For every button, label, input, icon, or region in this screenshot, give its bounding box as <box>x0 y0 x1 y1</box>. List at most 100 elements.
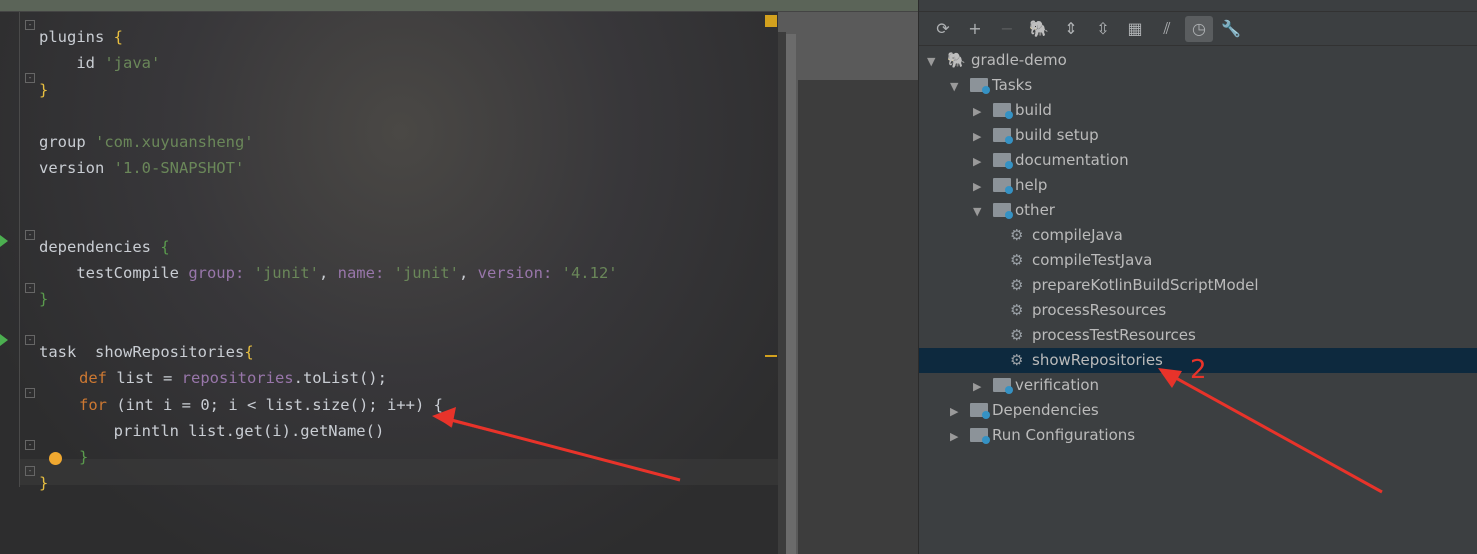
collapsed-arrow-icon[interactable]: ▶ <box>950 399 964 424</box>
fold-icon[interactable]: - <box>25 466 35 476</box>
warning-marker-icon[interactable] <box>765 15 777 27</box>
tree-item[interactable]: ⚙ processResources <box>919 298 1477 323</box>
fold-icon[interactable]: - <box>25 335 35 345</box>
code-line[interactable]: for (int i = 0; i < list.size(); i++) { <box>79 392 443 418</box>
tree-item-label: help <box>1015 176 1048 194</box>
gear-icon: ⚙ <box>1010 351 1024 369</box>
run-gutter-icon[interactable] <box>0 235 8 247</box>
code-token: } <box>79 448 89 466</box>
collapsed-arrow-icon[interactable]: ▶ <box>973 374 987 399</box>
tree-item[interactable]: ▼ 🐘 gradle-demo <box>919 48 1477 73</box>
minimap[interactable] <box>778 12 918 554</box>
code-line[interactable]: plugins { <box>39 24 123 50</box>
code-token: def <box>79 369 107 387</box>
tree-item[interactable]: ▶ verification <box>919 373 1477 398</box>
code-editor[interactable]: - - - - - - - - plugins { id 'java'} grou… <box>0 12 778 554</box>
code-line[interactable]: } <box>39 470 48 496</box>
collapsed-arrow-icon[interactable]: ▶ <box>973 149 987 174</box>
scrollbar[interactable] <box>778 32 786 554</box>
expand-all-icon[interactable]: ⇕ <box>1057 16 1085 42</box>
tree-item-label: prepareKotlinBuildScriptModel <box>1032 276 1259 294</box>
code-token: version <box>39 159 114 177</box>
code-line[interactable]: } <box>79 444 88 470</box>
code-token: 'junit' <box>393 264 459 282</box>
error-stripe-marker[interactable] <box>765 355 777 357</box>
code-token: (int i = 0; i < list.size(); i++) { <box>107 396 443 414</box>
remove-icon[interactable]: − <box>993 16 1021 42</box>
code-line[interactable]: id 'java' <box>39 50 160 76</box>
code-line[interactable]: testCompile group: 'junit', name: 'junit… <box>39 260 618 286</box>
gradle-elephant-icon: 🐘 <box>947 51 966 69</box>
code-token: { <box>104 28 123 46</box>
code-token: 'java' <box>104 54 161 72</box>
tree-item-label: compileTestJava <box>1032 251 1153 269</box>
code-line[interactable]: dependencies { <box>39 234 170 260</box>
task-folder-icon <box>970 403 990 419</box>
tree-item-label: gradle-demo <box>971 51 1067 69</box>
tree-item[interactable]: ⚙ compileTestJava <box>919 248 1477 273</box>
task-folder-icon <box>993 203 1013 219</box>
add-icon[interactable]: + <box>961 16 989 42</box>
code-token: 'junit' <box>253 264 319 282</box>
gear-icon: ⚙ <box>1010 326 1024 344</box>
task-folder-icon <box>970 428 990 444</box>
code-token: dependencies <box>39 238 161 256</box>
code-line[interactable]: version '1.0-SNAPSHOT' <box>39 155 244 181</box>
fold-icon[interactable]: - <box>25 283 35 293</box>
code-token: repositories <box>181 369 294 387</box>
tree-item[interactable]: ▼ Tasks <box>919 73 1477 98</box>
collapsed-arrow-icon[interactable]: ▶ <box>950 424 964 449</box>
fold-icon[interactable]: - <box>25 230 35 240</box>
fold-icon[interactable]: - <box>25 388 35 398</box>
tree-item[interactable]: ⚙ prepareKotlinBuildScriptModel <box>919 273 1477 298</box>
toggle-offline-icon[interactable]: ⫽ <box>1153 16 1181 42</box>
code-token: group: <box>188 264 254 282</box>
run-gutter-icon[interactable] <box>0 334 8 346</box>
show-history-icon[interactable]: ◷ <box>1185 15 1213 42</box>
tree-item-label: verification <box>1015 376 1100 394</box>
fold-icon[interactable]: - <box>25 20 35 30</box>
fold-icon[interactable]: - <box>25 440 35 450</box>
code-line[interactable]: group 'com.xuyuansheng' <box>39 129 254 155</box>
tree-item[interactable]: ▶ Run Configurations <box>919 423 1477 448</box>
collapsed-arrow-icon[interactable]: ▶ <box>973 124 987 149</box>
code-line[interactable]: } <box>39 77 48 103</box>
tree-item-label: showRepositories <box>1032 351 1163 369</box>
code-token: '4.12' <box>561 264 618 282</box>
code-line[interactable]: task showRepositories{ <box>39 339 254 365</box>
code-line[interactable]: println list.get(i).getName() <box>39 418 385 444</box>
settings-wrench-icon[interactable]: 🔧 <box>1217 16 1245 42</box>
scrollbar-thumb[interactable] <box>786 34 796 554</box>
code-line[interactable]: def list = repositories.toList(); <box>79 365 387 391</box>
fold-icon[interactable]: - <box>25 73 35 83</box>
collapsed-arrow-icon[interactable]: ▶ <box>973 174 987 199</box>
code-token: list = <box>107 369 182 387</box>
refresh-icon[interactable]: ⟳ <box>929 16 957 42</box>
tree-item[interactable]: ▶ Dependencies <box>919 398 1477 423</box>
tree-item-label: documentation <box>1015 151 1129 169</box>
expanded-arrow-icon[interactable]: ▼ <box>950 74 964 99</box>
tree-item[interactable]: ▶ build <box>919 98 1477 123</box>
code-token: } <box>39 290 49 308</box>
tree-item[interactable]: ⚙ processTestResources <box>919 323 1477 348</box>
collapsed-arrow-icon[interactable]: ▶ <box>973 99 987 124</box>
expanded-arrow-icon[interactable]: ▼ <box>927 49 941 74</box>
tree-item[interactable]: ⚙ compileJava <box>919 223 1477 248</box>
current-line-highlight <box>20 459 778 485</box>
gradle-elephant-icon[interactable]: 🐘 <box>1025 16 1053 42</box>
collapse-all-icon[interactable]: ⇳ <box>1089 16 1117 42</box>
tree-item-label: compileJava <box>1032 226 1123 244</box>
tree-item[interactable]: ▼ other <box>919 198 1477 223</box>
group-modules-icon[interactable]: ▦ <box>1121 16 1149 42</box>
tree-item[interactable]: ▶ help <box>919 173 1477 198</box>
code-line[interactable]: } <box>39 286 48 312</box>
tree-item[interactable]: ⚙ showRepositories <box>919 348 1477 373</box>
lightbulb-icon[interactable] <box>49 452 62 465</box>
code-token: name: <box>337 264 394 282</box>
code-token: , <box>318 264 338 282</box>
tree-item[interactable]: ▶ documentation <box>919 148 1477 173</box>
tree-item-label: Tasks <box>992 76 1033 94</box>
expanded-arrow-icon[interactable]: ▼ <box>973 199 987 224</box>
tree-item-label: processTestResources <box>1032 326 1196 344</box>
tree-item[interactable]: ▶ build setup <box>919 123 1477 148</box>
